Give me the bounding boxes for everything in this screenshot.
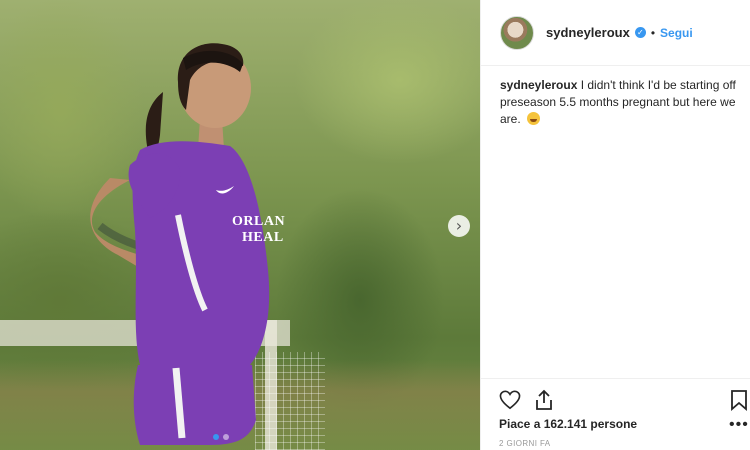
share-button[interactable] [532,388,556,412]
verified-badge-icon: ✓ [634,27,646,38]
heart-icon [499,390,521,410]
share-icon [536,389,552,410]
like-button[interactable] [498,388,522,412]
post-header: sydneyleroux ✓ • Segui [481,0,750,66]
actions-divider [480,378,750,379]
post-image[interactable]: ORLAN HEAL › [0,0,480,450]
jersey-text-line1: ORLAN [232,214,286,229]
avatar[interactable] [500,15,534,50]
more-options-icon[interactable]: ••• [729,417,749,433]
jersey-lettering: ORLAN HEAL [232,214,285,246]
chevron-right-icon: › [455,216,463,235]
save-button[interactable] [727,388,750,412]
header-username[interactable]: sydneyleroux [546,25,630,40]
follow-button[interactable]: Segui [660,26,693,40]
jersey-text-line2: HEAL [242,230,284,245]
caption-username[interactable]: sydneyleroux [500,78,577,92]
carousel-dot-2 [223,434,229,440]
post-side-panel: sydneyleroux ✓ • Segui sydneyleroux I di… [480,0,750,450]
bookmark-icon [731,390,747,411]
grinning-face-sweat-emoji-icon [527,112,541,125]
carousel-indicator [213,434,229,440]
carousel-dot-1 [213,434,219,440]
separator-dot: • [650,25,656,40]
carousel-next-button[interactable]: › [448,215,470,237]
likes-count[interactable]: Piace a 162.141 persone [499,417,637,431]
post-caption: sydneyleroux I didn't think I'd be start… [500,77,745,128]
post-timestamp[interactable]: 2 GIORNI FA [499,439,551,448]
